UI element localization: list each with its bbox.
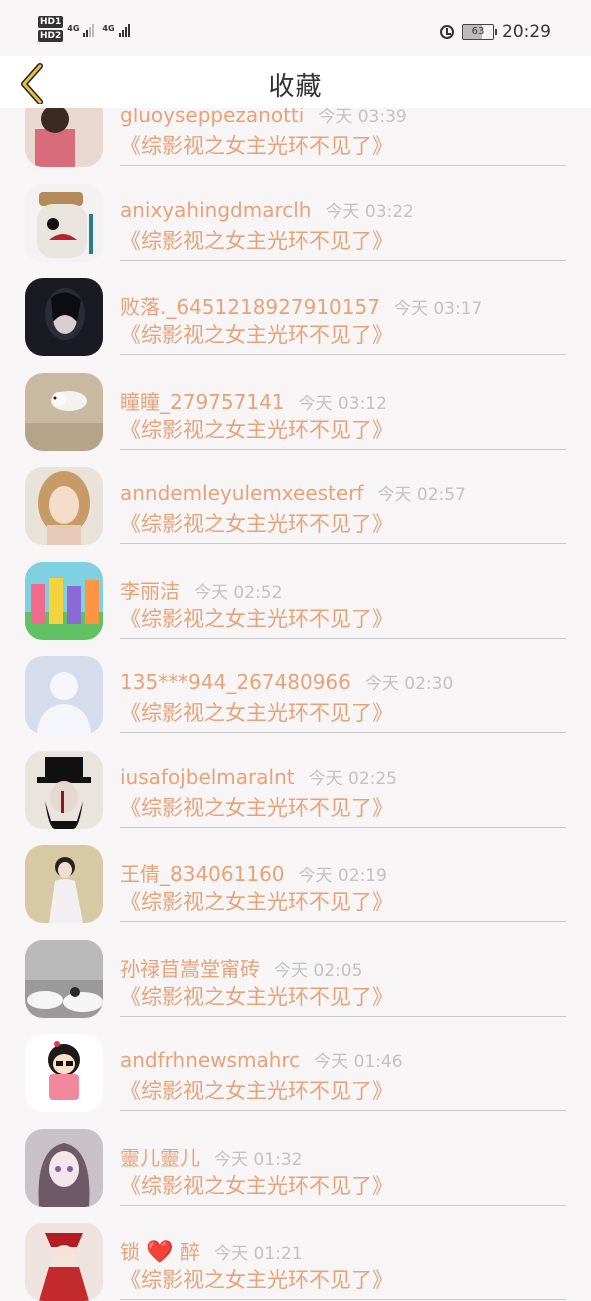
avatar[interactable] [25, 1128, 103, 1207]
timestamp: 今天 02:05 [274, 960, 363, 981]
avatar[interactable] [25, 183, 103, 262]
book-title[interactable]: 《综影视之女主光环不见了》 [120, 792, 393, 822]
user-name[interactable]: anndemleyulemxeesterf [120, 481, 363, 505]
favorites-list: gluoyseppezanotti 今天 03:39 《综影视之女主光环不见了》 … [0, 72, 591, 1301]
timestamp: 今天 02:52 [194, 582, 283, 603]
item-meta: 瞳瞳_279757141 今天 03:12 [120, 386, 566, 415]
signal1-icon [83, 21, 95, 37]
avatar[interactable] [25, 939, 103, 1018]
signal2-icon [118, 21, 130, 37]
timestamp: 今天 02:25 [308, 768, 397, 789]
item-meta: 王倩_834061160 今天 02:19 [120, 858, 566, 887]
timestamp: 今天 02:57 [377, 485, 466, 505]
item-meta: 孙禄苜嵩堂甯砖 今天 02:05 [120, 953, 566, 982]
user-name[interactable]: 锁 ❤️ 醉 [120, 1240, 201, 1265]
item-meta: andfrhnewsmahrc 今天 01:46 [120, 1047, 566, 1072]
avatar[interactable] [25, 561, 103, 640]
list-item[interactable]: 锁 ❤️ 醉今天 01:21 《综影视之女主光环不见了》 [0, 1206, 591, 1301]
book-title[interactable]: 《综影视之女主光环不见了》 [120, 225, 393, 255]
name-part: 醉 [180, 1240, 201, 1264]
user-name[interactable]: 瞳瞳_279757141 [120, 390, 285, 414]
nav-header: 收藏 [0, 56, 591, 108]
user-name[interactable]: 败落._6451218927910157 [120, 295, 380, 319]
user-name[interactable]: iusafojbelmaralnt [120, 765, 295, 789]
list-item[interactable]: 孙禄苜嵩堂甯砖 今天 02:05 《综影视之女主光环不见了》 [0, 923, 591, 1018]
net2-label: 4G [102, 24, 115, 33]
list-item[interactable]: 靈儿靈儿 今天 01:32 《综影视之女主光环不见了》 [0, 1112, 591, 1207]
user-name[interactable]: 王倩_834061160 [120, 862, 285, 886]
list-item[interactable]: iusafojbelmaralnt 今天 02:25 《综影视之女主光环不见了》 [0, 734, 591, 829]
item-meta: 败落._6451218927910157 今天 03:17 [120, 291, 566, 320]
avatar[interactable] [25, 1223, 103, 1301]
list-item[interactable]: anndemleyulemxeesterf 今天 02:57 《综影视之女主光环不… [0, 450, 591, 545]
item-meta: 锁 ❤️ 醉今天 01:21 [120, 1236, 566, 1265]
status-bar: HD1 HD2 4G 4G 63 20:29 [0, 0, 591, 58]
user-name[interactable]: 李丽洁 [120, 579, 180, 603]
hd2-badge: HD2 [38, 30, 64, 42]
book-title[interactable]: 《综影视之女主光环不见了》 [120, 130, 393, 160]
clock: 20:29 [502, 22, 551, 42]
book-title[interactable]: 《综影视之女主光环不见了》 [120, 319, 393, 349]
avatar[interactable] [25, 467, 103, 545]
item-meta: 靈儿靈儿 今天 01:32 [120, 1142, 566, 1171]
timestamp: 今天 03:22 [325, 201, 414, 222]
heart-icon: ❤️ [146, 1240, 174, 1265]
status-right: 63 20:29 [440, 22, 551, 42]
book-title[interactable]: 《综影视之女主光环不见了》 [120, 414, 393, 444]
timestamp: 今天 01:32 [214, 1149, 303, 1170]
user-name[interactable]: 靈儿靈儿 [120, 1146, 200, 1170]
user-name[interactable]: 135***944_267480966 [120, 670, 351, 694]
avatar[interactable] [25, 656, 103, 734]
timestamp: 今天 03:17 [393, 299, 483, 319]
user-name[interactable]: 孙禄苜嵩堂甯砖 [120, 957, 260, 981]
list-item[interactable]: 败落._6451218927910157 今天 03:17 《综影视之女主光环不见… [0, 261, 591, 356]
timestamp: 今天 02:30 [364, 674, 454, 694]
avatar[interactable] [25, 845, 103, 923]
item-meta: iusafojbelmaralnt 今天 02:25 [120, 764, 566, 789]
timestamp: 今天 03:39 [318, 107, 407, 127]
signal-area: HD1 HD2 4G 4G [38, 16, 130, 42]
book-title[interactable]: 《综影视之女主光环不见了》 [120, 508, 393, 538]
book-title[interactable]: 《综影视之女主光环不见了》 [120, 697, 393, 727]
book-title[interactable]: 《综影视之女主光环不见了》 [120, 886, 393, 916]
user-name[interactable]: anixyahingdmarclh [120, 198, 311, 222]
net2-group: 4G [102, 25, 114, 33]
item-meta: anndemleyulemxeesterf 今天 02:57 [120, 480, 566, 505]
book-title[interactable]: 《综影视之女主光环不见了》 [120, 1075, 393, 1105]
timestamp: 今天 02:19 [298, 866, 387, 886]
book-title[interactable]: 《综影视之女主光环不见了》 [120, 1264, 393, 1294]
timestamp: 今天 03:12 [298, 393, 387, 414]
net1-group: 4G [67, 25, 79, 33]
list-item[interactable]: anixyahingdmarclh 今天 03:22 《综影视之女主光环不见了》 [0, 167, 591, 262]
net1-label: 4G [67, 24, 80, 33]
avatar[interactable] [25, 750, 103, 829]
book-title[interactable]: 《综影视之女主光环不见了》 [120, 1170, 393, 1200]
avatar[interactable] [25, 1034, 103, 1112]
divider [120, 1299, 566, 1300]
list-item[interactable]: 李丽洁 今天 02:52 《综影视之女主光环不见了》 [0, 545, 591, 640]
book-title[interactable]: 《综影视之女主光环不见了》 [120, 981, 393, 1011]
list-item[interactable]: 瞳瞳_279757141 今天 03:12 《综影视之女主光环不见了》 [0, 356, 591, 451]
item-meta: 李丽洁 今天 02:52 [120, 575, 566, 604]
name-part: 锁 [120, 1240, 140, 1264]
hd1-badge: HD1 [38, 16, 64, 28]
item-meta: anixyahingdmarclh 今天 03:22 [120, 197, 566, 222]
timestamp: 今天 01:21 [214, 1244, 303, 1264]
list-item[interactable]: 王倩_834061160 今天 02:19 《综影视之女主光环不见了》 [0, 828, 591, 923]
battery-icon: 63 [462, 24, 497, 40]
list-item[interactable]: 135***944_267480966 今天 02:30 《综影视之女主光环不见了… [0, 639, 591, 734]
book-title[interactable]: 《综影视之女主光环不见了》 [120, 603, 393, 633]
alarm-icon [440, 25, 454, 39]
item-meta: 135***944_267480966 今天 02:30 [120, 669, 566, 694]
avatar[interactable] [25, 372, 103, 451]
timestamp: 今天 01:46 [314, 1052, 403, 1072]
user-name[interactable]: andfrhnewsmahrc [120, 1048, 300, 1072]
list-item[interactable]: andfrhnewsmahrc 今天 01:46 《综影视之女主光环不见了》 [0, 1017, 591, 1112]
page-title: 收藏 [268, 72, 323, 102]
hd-badges: HD1 HD2 [38, 16, 64, 42]
avatar[interactable] [25, 278, 103, 356]
